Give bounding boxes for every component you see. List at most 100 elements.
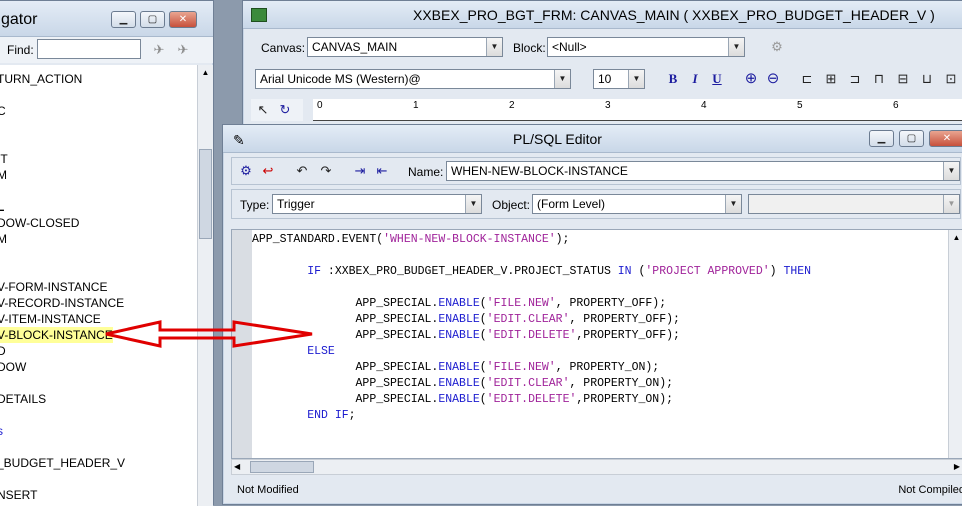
scroll-left-icon[interactable]: ◀ [234,460,240,474]
indent-icon[interactable]: ⇥ [350,161,370,181]
vertical-scrollbar[interactable]: ▲ [948,230,962,458]
tree-item[interactable]: DETAILS [0,391,46,407]
zoom-in-icon[interactable]: ⊕ [741,69,761,89]
tree-item[interactable]: M [0,231,7,247]
canvas-settings-icon[interactable]: ⚙ [767,37,787,57]
block-select[interactable]: <Null> ▼ [547,37,745,57]
find-bar: Find: ✈ ✈ [0,37,213,63]
scrollbar-thumb[interactable] [250,461,314,473]
code-line: APP_SPECIAL.ENABLE('EDIT.DELETE',PROPERT… [252,329,680,342]
canvas-select[interactable]: CANVAS_MAIN ▼ [307,37,503,57]
underline-button[interactable]: U [707,69,727,89]
chevron-down-icon[interactable]: ▼ [725,195,741,213]
layout-editor-titlebar[interactable]: XXBEX_PRO_BGT_FRM: CANVAS_MAIN ( XXBEX_P… [243,1,962,29]
block-select-value: <Null> [552,40,587,54]
find-input[interactable] [37,39,141,59]
tree-item[interactable]: V-ITEM-INSTANCE [0,311,101,327]
navigator-scrollbar[interactable]: ▲ [197,65,213,506]
outdent-icon[interactable]: ⇤ [372,161,392,181]
chevron-down-icon[interactable]: ▼ [728,38,744,56]
ruler-label: 2 [509,100,515,111]
align-bottom-icon[interactable]: ⊔ [917,69,937,89]
bold-button[interactable]: B [663,69,683,89]
find-next-icon[interactable]: ✈ [173,40,193,60]
minimize-button[interactable]: ▁ [111,11,136,28]
layout-editor-title: XXBEX_PRO_BGT_FRM: CANVAS_MAIN ( XXBEX_P… [413,7,935,23]
select-pointer-icon[interactable]: ↖ [253,100,273,120]
plsql-editor-titlebar[interactable]: ✎ PL/SQL Editor ▁ ▢ ✕ [223,125,962,153]
code-string: 'FILE.NEW' [486,361,556,374]
code-string: 'EDIT.CLEAR' [486,377,570,390]
chevron-down-icon[interactable]: ▼ [943,162,959,180]
tree-item[interactable]: V-FORM-INSTANCE [0,279,107,295]
tree-item[interactable]: TURN_ACTION [0,71,82,87]
chevron-down-icon[interactable]: ▼ [465,195,481,213]
code-string: 'FILE.NEW' [486,297,556,310]
align-center-icon[interactable]: ⊞ [821,69,841,89]
tree-item[interactable]: L [0,199,4,215]
tree-item[interactable]: V-RECORD-INSTANCE [0,295,124,311]
redo-icon[interactable]: ↷ [316,161,336,181]
code-line: END IF; [307,409,356,422]
zoom-out-icon[interactable]: ⊖ [763,69,783,89]
compile-icon[interactable]: ⚙ [236,161,256,181]
tree-item[interactable]: NSERT [0,487,37,503]
maximize-button[interactable]: ▢ [899,130,924,147]
navigator-titlebar[interactable]: gator ▁ ▢ ✕ [0,1,213,37]
maximize-button[interactable]: ▢ [140,11,165,28]
trigger-name-value: WHEN-NEW-BLOCK-INSTANCE [451,164,628,178]
horizontal-ruler: 0 1 2 3 4 5 6 [313,99,962,121]
horizontal-scrollbar[interactable]: ◀ ▶ [231,459,962,475]
code-string: 'EDIT.DELETE' [486,329,577,342]
type-select[interactable]: Trigger ▼ [272,194,482,214]
undo-icon[interactable]: ↶ [292,161,312,181]
trigger-name-select[interactable]: WHEN-NEW-BLOCK-INSTANCE ▼ [446,161,960,181]
tree-item[interactable]: M [0,167,7,183]
scrollbar-thumb[interactable] [199,149,212,239]
minimize-button[interactable]: ▁ [869,130,894,147]
tree-item[interactable]: DOW [0,359,26,375]
close-button[interactable]: ✕ [169,11,197,28]
font-select[interactable]: Arial Unicode MS (Western)@ ▼ [255,69,571,89]
object-select[interactable]: (Form Level) ▼ [532,194,742,214]
tree-item[interactable]: DOW-CLOSED [0,215,79,231]
font-toolbar: Arial Unicode MS (Western)@ ▼ 10 ▼ B I U… [251,67,962,93]
code-string: 'EDIT.CLEAR' [486,313,570,326]
tree-item[interactable]: _BUDGET_HEADER_V [0,455,125,471]
rotate-icon[interactable]: ↻ [275,100,295,120]
code-keyword: ENABLE [438,297,480,310]
revert-icon[interactable]: ↩ [258,161,278,181]
scroll-up-icon[interactable]: ▲ [198,65,213,81]
close-button[interactable]: ✕ [929,130,962,147]
code-line: APP_SPECIAL.ENABLE('FILE.NEW', PROPERTY_… [252,297,667,310]
chevron-down-icon[interactable]: ▼ [486,38,502,56]
code-keyword: END IF [307,409,349,422]
tree-item-selected[interactable]: V-BLOCK-INSTANCE [0,327,113,343]
object-subselect[interactable]: ▼ [748,194,960,214]
align-top-icon[interactable]: ⊓ [869,69,889,89]
scroll-up-icon[interactable]: ▲ [949,230,962,246]
modified-status: Not Modified [237,484,299,496]
chevron-down-icon[interactable]: ▼ [554,70,570,88]
tree-item[interactable]: C [0,103,6,119]
tree-item[interactable]: IT [0,151,8,167]
italic-button[interactable]: I [685,69,705,89]
tree-item[interactable]: s [0,423,3,439]
code-keyword: IF [307,265,322,278]
align-left-icon[interactable]: ⊏ [797,69,817,89]
find-previous-icon[interactable]: ✈ [149,40,169,60]
code-editor[interactable]: ▲ APP_STANDARD.EVENT('WHEN-NEW-BLOCK-INS… [231,229,962,459]
chevron-down-icon[interactable]: ▼ [943,195,959,213]
scroll-right-icon[interactable]: ▶ [954,460,960,474]
chevron-down-icon[interactable]: ▼ [628,70,644,88]
form-icon [251,8,267,22]
align-middle-icon[interactable]: ⊟ [893,69,913,89]
align-right-icon[interactable]: ⊐ [845,69,865,89]
code-keyword: ENABLE [438,393,480,406]
code-string: 'WHEN-NEW-BLOCK-INSTANCE' [383,233,556,246]
type-label: Type: [240,198,270,212]
font-size-select[interactable]: 10 ▼ [593,69,645,89]
same-size-icon[interactable]: ⊡ [941,69,961,89]
ruler-label: 3 [605,100,611,111]
tree-item[interactable]: D [0,343,6,359]
